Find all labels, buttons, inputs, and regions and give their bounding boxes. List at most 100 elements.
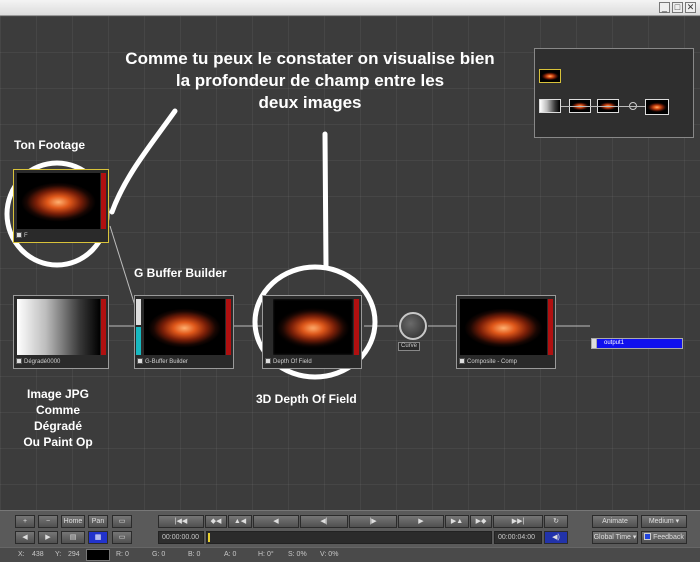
node-output[interactable]: output1	[591, 338, 683, 349]
jpg-line-4: Ou Paint Op	[23, 435, 93, 449]
maximize-button[interactable]: □	[672, 2, 683, 13]
pointer-depth	[322, 131, 329, 269]
play-forward-icon[interactable]: |▶	[349, 515, 397, 528]
node-curve[interactable]	[399, 312, 427, 340]
timeline-playhead[interactable]	[208, 533, 210, 542]
node-type-icon	[459, 358, 465, 364]
node-label-text: Composite - Comp	[467, 359, 518, 365]
jpg-line-3: Dégradé	[33, 419, 83, 433]
status-y-label: Y:	[55, 551, 62, 558]
minimize-button[interactable]: _	[659, 2, 670, 13]
minimap-node-composite	[645, 99, 669, 115]
book-open-icon[interactable]: ▭	[112, 531, 132, 544]
composite-thumbnail	[460, 299, 547, 355]
node-label: Composite - Comp	[459, 357, 553, 367]
status-v: V: 0%	[320, 551, 339, 558]
headline-line-1: Comme tu peux le constater on visualise …	[125, 49, 495, 68]
pan-button[interactable]: Pan	[88, 515, 108, 528]
next-key-icon[interactable]: ▶◆	[470, 515, 492, 528]
node-composite[interactable]: Composite - Comp	[456, 295, 556, 369]
end-time-field[interactable]: 00:00:04:00	[494, 531, 542, 544]
feedback-toggle[interactable]: Feedback	[641, 531, 687, 544]
wire-footage-gbuffer	[109, 225, 138, 313]
go-to-end-icon[interactable]: ▶▶|	[493, 515, 543, 528]
next-keyframe-icon[interactable]: ▶▲	[445, 515, 469, 528]
node-type-icon	[16, 232, 22, 238]
gbuffer-thumbnail	[144, 299, 225, 355]
node-gradient[interactable]: Dégradé0000	[13, 295, 109, 369]
minimap-wire	[561, 106, 645, 107]
loop-icon[interactable]: ↻	[544, 515, 568, 528]
status-bar: X: 438 Y: 294 R: 0 G: 0 B: 0 A: 0 H: 0° …	[0, 547, 700, 562]
prev-key-icon[interactable]: ◆◀	[205, 515, 227, 528]
go-to-start-icon[interactable]: |◀◀	[158, 515, 204, 528]
zoom-out-button[interactable]: −	[38, 515, 58, 528]
pointer-footage	[109, 108, 178, 215]
node-label: Dégradé0000	[16, 357, 106, 367]
feedback-checkbox[interactable]	[644, 533, 652, 540]
zoom-in-button[interactable]: +	[15, 515, 35, 528]
color-swatch	[86, 549, 110, 561]
prev-keyframe-icon[interactable]: ▲◀	[228, 515, 252, 528]
node-label-text: F	[24, 233, 28, 239]
view-options-icon[interactable]: ▤	[61, 531, 85, 544]
play-reverse-icon[interactable]: ◀|	[300, 515, 348, 528]
node-type-icon	[265, 358, 271, 364]
quality-select[interactable]: Medium ▾	[641, 515, 687, 528]
node-type-icon	[137, 358, 143, 364]
depth-thumbnail	[273, 299, 353, 355]
status-x-value: 438	[32, 551, 44, 558]
headline-line-2: la profondeur de champ entre les	[175, 71, 445, 90]
input-port-depth[interactable]	[136, 327, 141, 355]
node-depth-of-field[interactable]: Depth Of Field	[262, 295, 362, 369]
node-output-port[interactable]	[101, 173, 106, 229]
audio-icon[interactable]: ◀)	[544, 531, 568, 544]
step-forward-icon[interactable]: ▶	[398, 515, 444, 528]
status-g: G: 0	[152, 551, 166, 558]
node-label-text: Depth Of Field	[273, 359, 312, 365]
curve-label: Curve	[398, 342, 421, 351]
headline-line-3: deux images	[258, 93, 362, 112]
gradient-thumbnail	[17, 299, 100, 355]
start-time-field[interactable]: 00:00:00.00	[158, 531, 204, 544]
minimap-navigator[interactable]	[534, 48, 694, 138]
window-titlebar: _ □ ✕	[0, 0, 700, 16]
book-icon[interactable]: ▭	[112, 515, 132, 528]
node-gbuffer-builder[interactable]: G-Buffer Builder	[134, 295, 234, 369]
node-output-port[interactable]	[226, 299, 231, 355]
jpg-line-2: Comme	[35, 403, 80, 417]
output-label: output1	[604, 340, 625, 346]
output-input-port[interactable]	[591, 338, 597, 349]
status-y-value: 294	[68, 551, 80, 558]
feedback-label: Feedback	[653, 534, 684, 541]
display-mode-icon[interactable]: ▦	[88, 531, 108, 544]
node-output-port[interactable]	[548, 299, 553, 355]
node-label-text: Dégradé0000	[24, 359, 61, 365]
step-back-icon[interactable]: ◀	[253, 515, 299, 528]
node-footage[interactable]: F	[13, 169, 109, 243]
status-a: A: 0	[224, 551, 237, 558]
status-s: S: 0%	[288, 551, 307, 558]
global-time-value: Global Time	[593, 534, 631, 541]
home-button[interactable]: Home	[61, 515, 85, 528]
quality-select-value: Medium	[648, 518, 674, 525]
node-output-port[interactable]	[101, 299, 106, 355]
input-port-image[interactable]	[136, 299, 141, 325]
node-canvas[interactable]: Comme tu peux le constater on visualise …	[0, 16, 700, 510]
status-r: R: 0	[116, 551, 129, 558]
node-output-port[interactable]	[354, 299, 359, 355]
status-h: H: 0°	[258, 551, 274, 558]
jpg-line-1: Image JPG	[26, 387, 90, 401]
node-label: F	[16, 231, 106, 241]
back-arrow-icon[interactable]: ◀	[15, 531, 35, 544]
annotation-image-jpg: Image JPG Comme Dégradé Ou Paint Op	[12, 386, 104, 450]
timeline-slider[interactable]	[206, 531, 492, 544]
close-button[interactable]: ✕	[685, 2, 696, 13]
animate-button[interactable]: Animate	[592, 515, 638, 528]
annotation-gbuffer: G Buffer Builder	[134, 266, 227, 280]
node-label: G-Buffer Builder	[137, 357, 231, 367]
forward-arrow-icon[interactable]: ▶	[38, 531, 58, 544]
global-time-select[interactable]: Global Time ▾	[592, 531, 638, 544]
footage-thumbnail	[17, 173, 100, 229]
node-label: Depth Of Field	[265, 357, 359, 367]
